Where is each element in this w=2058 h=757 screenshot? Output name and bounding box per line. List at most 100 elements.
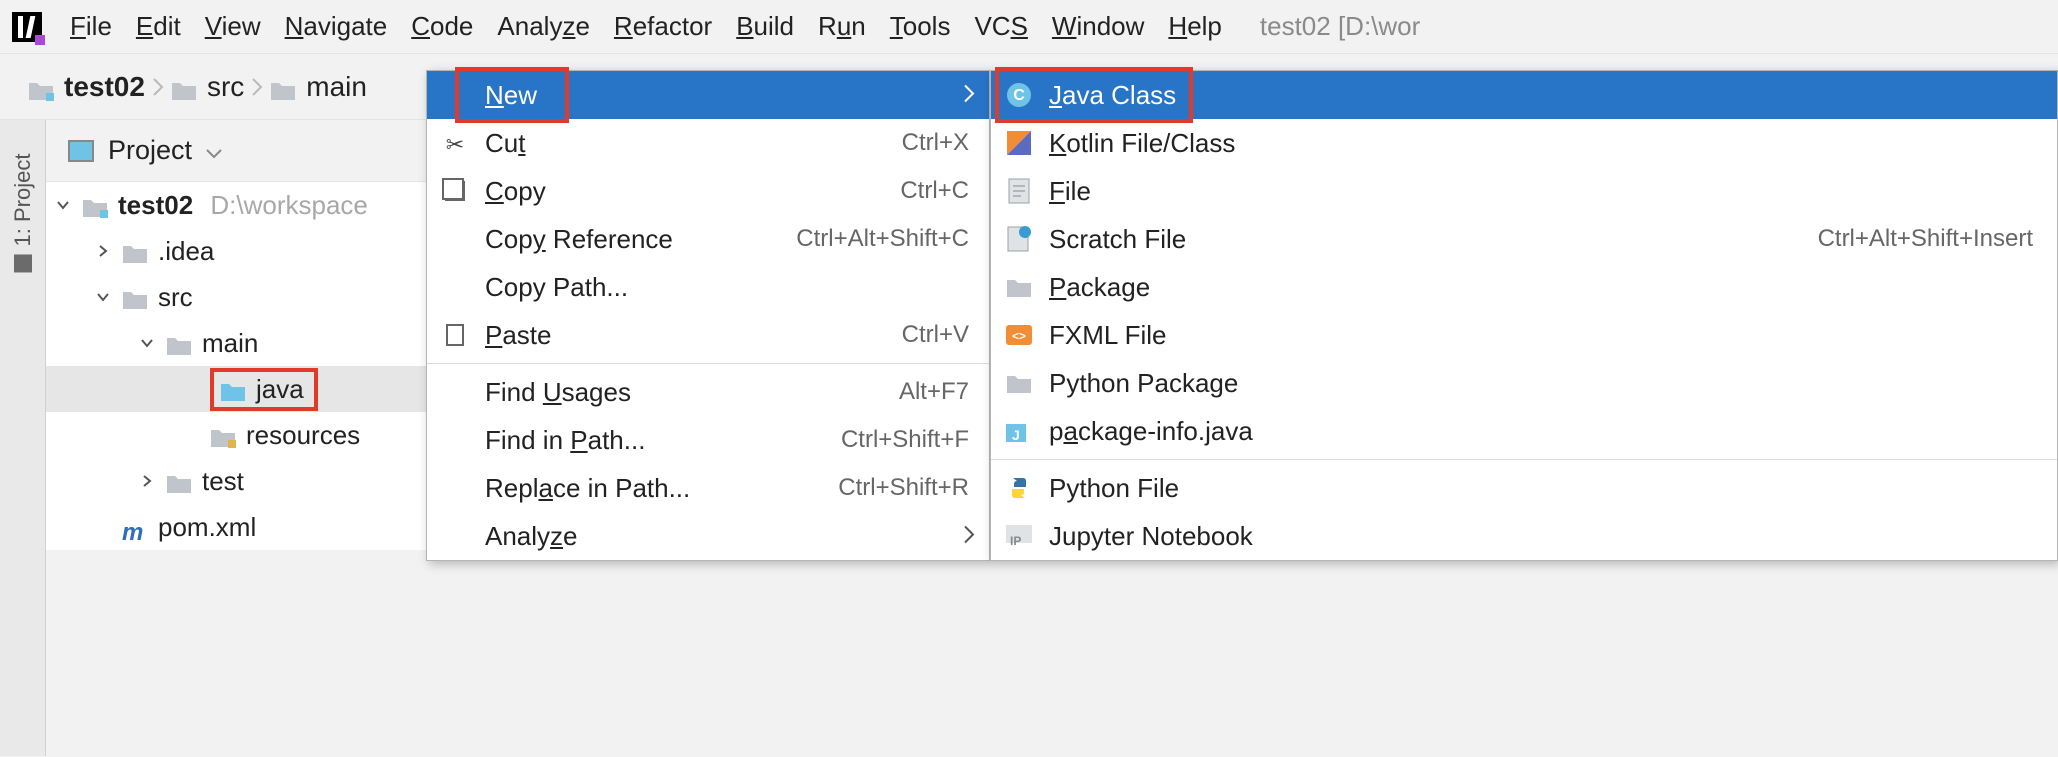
submenu-item-fxml-file[interactable]: <>FXML File	[991, 311, 2057, 359]
submenu-item-java-class[interactable]: CJava Class	[991, 71, 2057, 119]
submenu-item-label: Kotlin File/Class	[1049, 128, 2033, 159]
menu-item-analyze[interactable]: Analyze	[427, 512, 989, 560]
arrow-placeholder	[94, 518, 112, 536]
menu-item-shortcut: Ctrl+Shift+R	[838, 474, 969, 502]
menu-item-copy-reference[interactable]: Copy ReferenceCtrl+Alt+Shift+C	[427, 215, 989, 263]
breadcrumb-src[interactable]: src	[171, 71, 244, 103]
tree-node-resources[interactable]: resources	[46, 412, 426, 458]
context-submenu-new: CJava Class Kotlin File/Class File Scratch …	[990, 70, 2058, 561]
maven-icon: m	[122, 516, 148, 538]
jupyter-icon: IP	[1005, 522, 1033, 550]
submenu-item-scratch-file[interactable]: Scratch FileCtrl+Alt+Shift+Insert	[991, 215, 2057, 263]
app-icon	[12, 12, 42, 42]
menu-build[interactable]: Build	[726, 7, 804, 46]
tree-node-src[interactable]: src	[46, 274, 426, 320]
submenu-item-label: File	[1049, 176, 2033, 207]
folder-icon	[28, 76, 54, 98]
tree-label: java	[256, 374, 304, 405]
source-folder-icon	[220, 378, 246, 400]
menu-refactor[interactable]: Refactor	[604, 7, 722, 46]
dropdown-caret-icon	[206, 135, 222, 166]
tree-node--idea[interactable]: .idea	[46, 228, 426, 274]
expand-arrow-icon[interactable]	[94, 242, 112, 260]
project-panel-title: Project	[108, 135, 192, 166]
tree-node-java[interactable]: java	[46, 366, 426, 412]
icon-placeholder	[441, 81, 469, 109]
module-folder-icon	[82, 194, 108, 216]
tree-label: resources	[246, 420, 360, 451]
tree-node-test[interactable]: test	[46, 458, 426, 504]
arrow-placeholder	[182, 426, 200, 444]
arrow-placeholder	[182, 380, 200, 398]
submenu-item-python-package[interactable]: Python Package	[991, 359, 2057, 407]
submenu-item-shortcut: Ctrl+Alt+Shift+Insert	[1818, 225, 2033, 253]
menu-tools[interactable]: Tools	[880, 7, 961, 46]
breadcrumb-label: test02	[64, 71, 145, 103]
menu-analyze[interactable]: Analyze	[487, 7, 600, 46]
menu-item-label: Replace in Path...	[485, 473, 822, 504]
submenu-item-package[interactable]: Package	[991, 263, 2057, 311]
menu-item-label: New	[485, 80, 969, 111]
menu-item-new[interactable]: New	[427, 71, 989, 119]
menu-bar: FileEditViewNavigateCodeAnalyzeRefactorB…	[0, 0, 2058, 54]
menu-edit[interactable]: Edit	[126, 7, 191, 46]
menu-file[interactable]: File	[60, 7, 122, 46]
menu-item-shortcut: Ctrl+V	[902, 321, 969, 349]
breadcrumb-main[interactable]: main	[270, 71, 367, 103]
menu-vcs[interactable]: VCS	[964, 7, 1037, 46]
menu-item-copy[interactable]: CopyCtrl+C	[427, 167, 989, 215]
submenu-item-file[interactable]: File	[991, 167, 2057, 215]
menu-item-shortcut: Ctrl+X	[902, 129, 969, 157]
project-tree[interactable]: test02 D:\workspace .idea src main java …	[46, 182, 426, 550]
menu-item-label: Find in Path...	[485, 425, 825, 456]
java-class-icon: C	[1005, 81, 1033, 109]
kotlin-icon	[1005, 129, 1033, 157]
menu-item-copy-path[interactable]: Copy Path...	[427, 263, 989, 311]
tree-node-pom-xml[interactable]: m pom.xml	[46, 504, 426, 550]
scratch-icon	[1005, 225, 1033, 253]
submenu-item-python-file[interactable]: Python File	[991, 464, 2057, 512]
menu-item-find-usages[interactable]: Find UsagesAlt+F7	[427, 368, 989, 416]
collapse-arrow-icon[interactable]	[94, 288, 112, 306]
submenu-item-jupyter-notebook[interactable]: IPJupyter Notebook	[991, 512, 2057, 560]
submenu-item-kotlin-file-class[interactable]: Kotlin File/Class	[991, 119, 2057, 167]
icon-placeholder	[441, 474, 469, 502]
svg-text:C: C	[1013, 87, 1025, 104]
file-icon	[1005, 177, 1033, 205]
expand-arrow-icon[interactable]	[138, 472, 156, 490]
side-tab-project[interactable]: 1: Project	[10, 154, 36, 273]
resources-folder-icon	[210, 424, 236, 446]
menu-item-replace-in-path[interactable]: Replace in Path... Ctrl+Shift+R	[427, 464, 989, 512]
svg-text:IP: IP	[1010, 534, 1021, 547]
menu-item-cut[interactable]: CutCtrl+X	[427, 119, 989, 167]
menu-code[interactable]: Code	[401, 7, 483, 46]
breadcrumb-label: src	[207, 71, 244, 103]
menu-run[interactable]: Run	[808, 7, 876, 46]
icon-placeholder	[441, 273, 469, 301]
tree-label: pom.xml	[158, 512, 256, 543]
menu-view[interactable]: View	[195, 7, 271, 46]
menu-help[interactable]: Help	[1158, 7, 1231, 46]
tree-node-main[interactable]: main	[46, 320, 426, 366]
menu-item-find-in-path[interactable]: Find in Path... Ctrl+Shift+F	[427, 416, 989, 464]
icon-placeholder	[441, 426, 469, 454]
breadcrumb-test02[interactable]: test02	[28, 71, 145, 103]
pkg-info-icon: J	[1005, 417, 1033, 445]
tree-node-root[interactable]: test02 D:\workspace	[46, 182, 426, 228]
project-panel-header[interactable]: Project	[46, 120, 426, 182]
collapse-arrow-icon[interactable]	[138, 334, 156, 352]
menu-item-paste[interactable]: PasteCtrl+V	[427, 311, 989, 359]
menu-item-shortcut: Ctrl+Shift+F	[841, 426, 969, 454]
submenu-item-package-info-java[interactable]: Jpackage-info.java	[991, 407, 2057, 455]
menu-navigate[interactable]: Navigate	[275, 7, 398, 46]
menu-window[interactable]: Window	[1042, 7, 1154, 46]
submenu-arrow-icon	[963, 80, 975, 111]
breadcrumb-separator-icon	[151, 73, 165, 101]
tree-label: .idea	[158, 236, 214, 267]
menu-item-label: Copy Path...	[485, 272, 969, 303]
menu-item-shortcut: Alt+F7	[899, 378, 969, 406]
expand-arrow-icon[interactable]	[54, 196, 72, 214]
icon-placeholder	[441, 378, 469, 406]
icon-placeholder	[441, 225, 469, 253]
submenu-arrow-icon	[963, 521, 975, 552]
